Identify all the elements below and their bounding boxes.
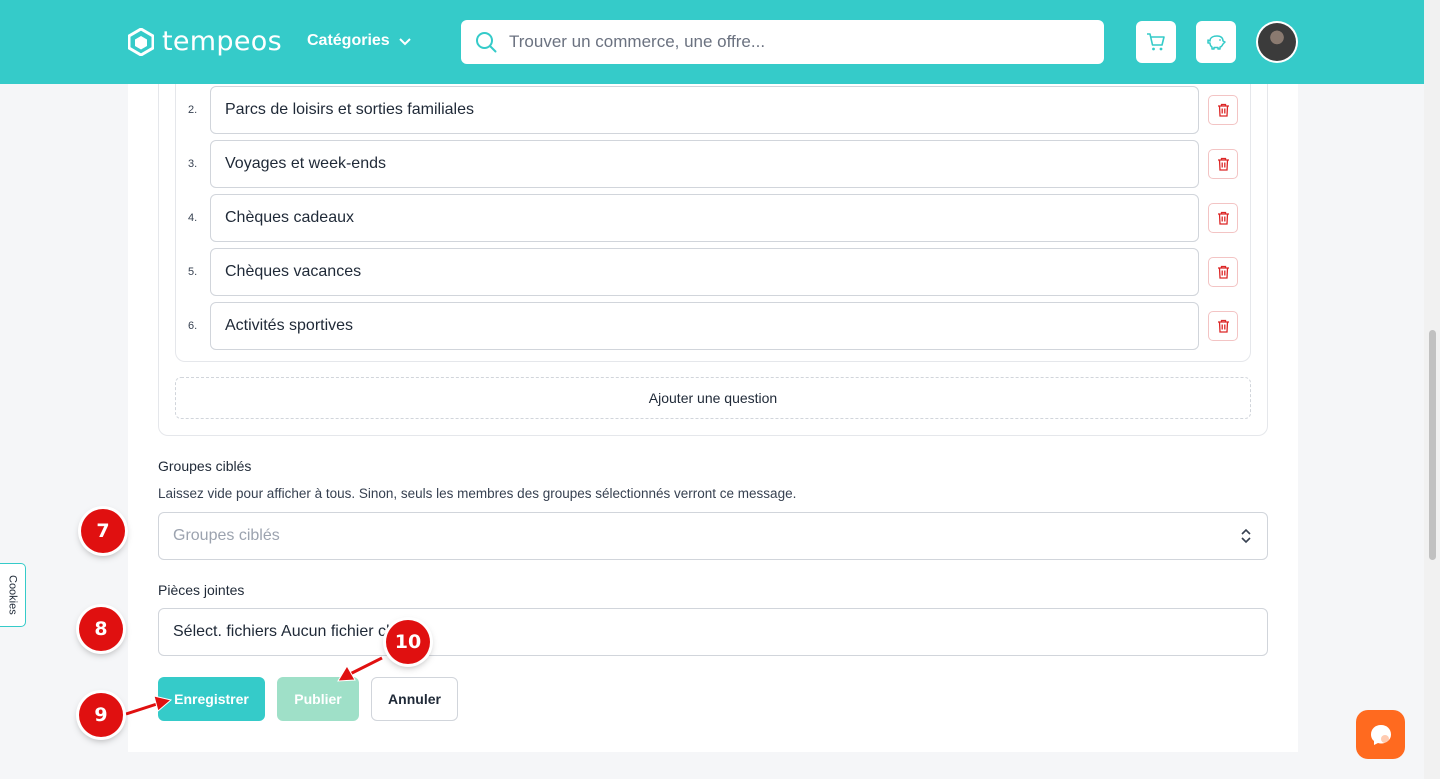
cancel-button[interactable]: Annuler [371,677,458,721]
brand-name: tempeos [162,26,282,57]
chat-widget-button[interactable] [1356,710,1405,759]
piggy-bank-icon [1207,35,1226,50]
cookies-label: Cookies [6,575,19,615]
target-groups-select[interactable]: Groupes ciblés [158,512,1268,560]
choose-files-button[interactable]: Sélect. fichiers [173,623,277,641]
delete-option-button[interactable] [1208,149,1238,179]
delete-option-button[interactable] [1208,311,1238,341]
piggy-bank-button[interactable] [1196,21,1236,63]
option-input[interactable]: Activités sportives [210,302,1199,350]
option-number: 4. [188,212,198,224]
search-input[interactable] [509,32,1069,52]
option-number: 2. [188,104,198,116]
scrollbar-thumb[interactable] [1429,330,1436,560]
categories-label: Catégories [307,32,390,49]
attachments-label: Pièces jointes [158,582,245,598]
answer-option-row: 2. Parcs de loisirs et sorties familiale… [188,86,1240,134]
chat-icon [1370,724,1391,745]
option-number: 5. [188,266,198,278]
user-avatar[interactable] [1256,21,1298,63]
answer-option-row: 5. Chèques vacances [188,248,1240,296]
delete-option-button[interactable] [1208,203,1238,233]
avatar-image [1258,23,1296,61]
delete-option-button[interactable] [1208,257,1238,287]
logo-icon [128,27,154,56]
step-marker-7: 7 [81,509,125,553]
answer-option-row: 4. Chèques cadeaux [188,194,1240,242]
delete-option-button[interactable] [1208,95,1238,125]
target-groups-placeholder: Groupes ciblés [173,527,280,544]
cookies-tab[interactable]: Cookies [0,563,26,627]
page-scrollbar[interactable] [1424,0,1440,779]
option-input[interactable]: Voyages et week-ends [210,140,1199,188]
answer-option-row: 6. Activités sportives [188,302,1240,350]
step-marker-9: 9 [79,693,123,737]
answer-option-row: 3. Voyages et week-ends [188,140,1240,188]
step-marker-10: 10 [386,620,430,664]
option-input[interactable]: Chèques cadeaux [210,194,1199,242]
trash-icon [1217,319,1229,333]
top-navbar: tempeos Catégories [0,0,1424,84]
trash-icon [1217,103,1229,117]
add-question-button[interactable]: Ajouter une question [175,377,1251,419]
cart-button[interactable] [1136,21,1176,63]
cart-icon [1147,33,1165,51]
chevron-down-icon [398,38,411,46]
save-button[interactable]: Enregistrer [158,677,265,721]
trash-icon [1217,157,1229,171]
search-bar [461,20,1104,64]
target-groups-label: Groupes ciblés [158,458,252,474]
publish-button[interactable]: Publier [277,677,359,721]
option-input[interactable]: Chèques vacances [210,248,1199,296]
target-groups-help: Laissez vide pour afficher à tous. Sinon… [158,486,797,501]
categories-menu[interactable]: Catégories [307,32,412,50]
trash-icon [1217,211,1229,225]
option-number: 3. [188,158,198,170]
brand-logo[interactable]: tempeos [128,26,282,57]
search-icon [476,32,497,53]
option-input[interactable]: Parcs de loisirs et sorties familiales [210,86,1199,134]
option-number: 6. [188,320,198,332]
chevron-up-down-icon [1241,528,1251,544]
trash-icon [1217,265,1229,279]
attachments-file-input[interactable]: Sélect. fichiers Aucun fichier choisi [158,608,1268,656]
form-card: 2. Parcs de loisirs et sorties familiale… [128,74,1298,752]
step-marker-8: 8 [79,607,123,651]
